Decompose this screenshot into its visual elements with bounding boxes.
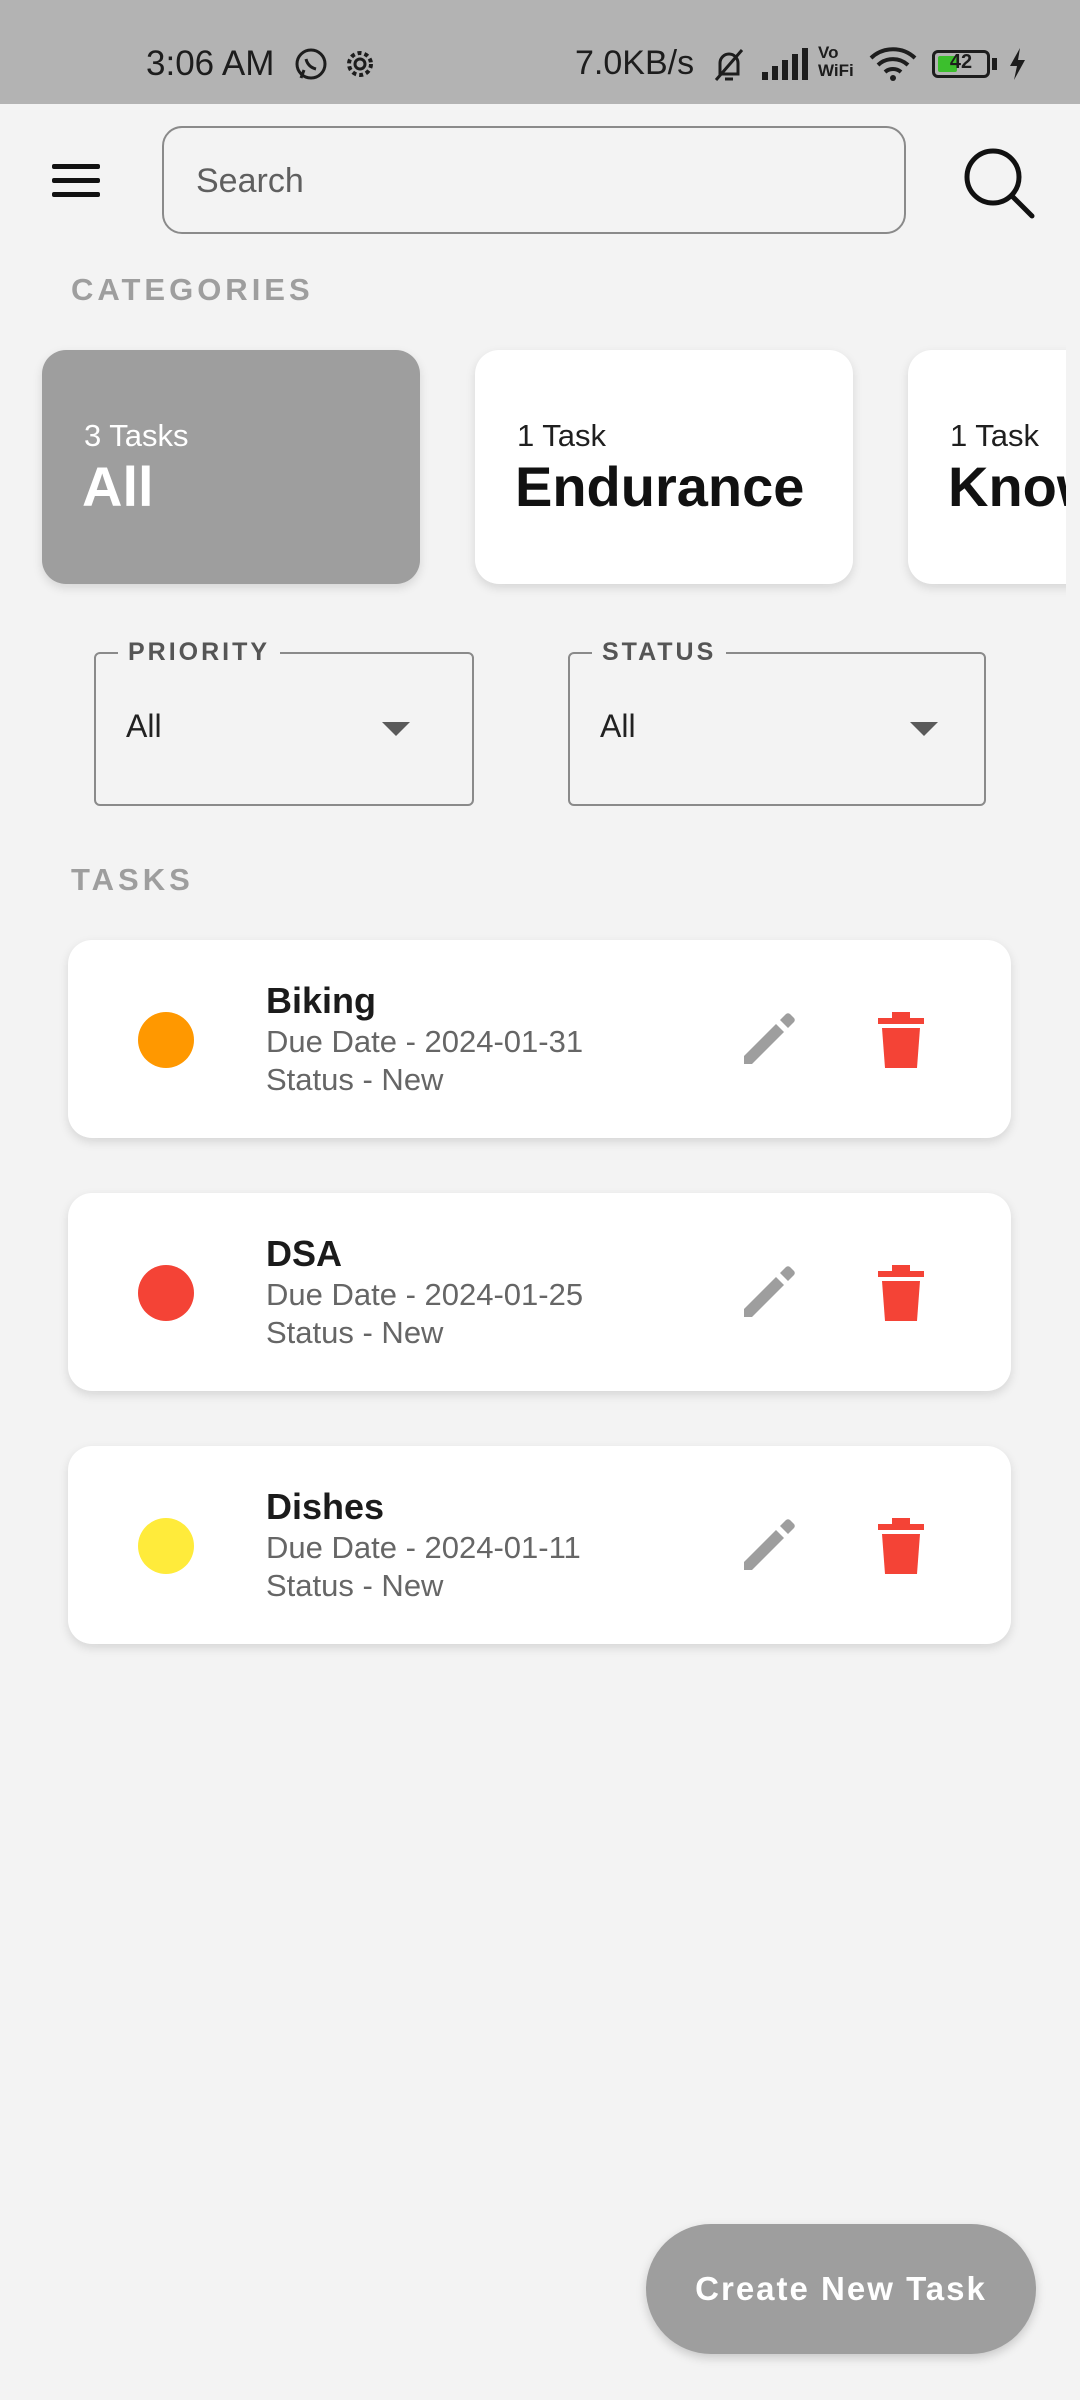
settings-icon bbox=[342, 46, 378, 91]
status-bar: 3:06 AM 7.0KB/s Vo WiFi 42 bbox=[0, 0, 1080, 104]
category-card-all[interactable]: 3 Tasks All bbox=[42, 350, 420, 584]
network-speed: 7.0KB/s bbox=[575, 44, 695, 82]
signal-icon bbox=[760, 46, 810, 91]
category-name: All bbox=[82, 455, 154, 518]
whatsapp-icon bbox=[293, 46, 329, 91]
search-field[interactable] bbox=[162, 126, 906, 234]
vowifi-icon: Vo WiFi bbox=[818, 43, 854, 80]
bell-off-icon bbox=[710, 46, 748, 93]
task-status: Status - New bbox=[266, 1062, 444, 1097]
category-count: 3 Tasks bbox=[84, 418, 189, 453]
chevron-down-icon bbox=[910, 722, 938, 736]
task-card[interactable]: Biking Due Date - 2024-01-31 Status - Ne… bbox=[68, 940, 1011, 1138]
status-dropdown[interactable]: STATUS All bbox=[568, 638, 986, 806]
pencil-icon bbox=[744, 1013, 795, 1064]
categories-scroller[interactable]: 3 Tasks All 1 Task Endurance 1 Task Know… bbox=[0, 330, 1066, 630]
task-card[interactable]: Dishes Due Date - 2024-01-11 Status - Ne… bbox=[68, 1446, 1011, 1644]
task-title: DSA bbox=[266, 1233, 343, 1274]
wifi-icon bbox=[868, 46, 918, 91]
priority-dot bbox=[138, 1012, 194, 1068]
menu-icon-bar bbox=[52, 192, 100, 197]
trash-icon bbox=[878, 1518, 924, 1574]
category-card-endurance[interactable]: 1 Task Endurance bbox=[475, 350, 853, 584]
menu-icon bbox=[52, 164, 100, 169]
delete-button[interactable] bbox=[878, 1265, 924, 1321]
priority-dot bbox=[138, 1518, 194, 1574]
search-input[interactable] bbox=[194, 128, 878, 234]
category-name: Endurance bbox=[515, 455, 805, 518]
search-icon bbox=[964, 148, 1035, 219]
trash-icon bbox=[878, 1012, 924, 1068]
chevron-down-icon bbox=[382, 722, 410, 736]
category-name: Knowledge bbox=[948, 455, 1066, 518]
charging-icon bbox=[1006, 46, 1028, 91]
battery-nub bbox=[992, 58, 997, 70]
battery-icon: 42 bbox=[932, 50, 990, 78]
menu-icon-bar bbox=[52, 178, 100, 183]
task-title: Biking bbox=[266, 980, 377, 1021]
delete-button[interactable] bbox=[878, 1012, 924, 1068]
status-value: All bbox=[600, 708, 636, 744]
task-status: Status - New bbox=[266, 1315, 444, 1350]
category-count: 1 Task bbox=[950, 418, 1040, 453]
task-due-date: Due Date - 2024-01-31 bbox=[266, 1024, 584, 1059]
category-card-knowledge[interactable]: 1 Task Knowledge bbox=[908, 350, 1066, 584]
priority-value: All bbox=[126, 708, 162, 744]
create-new-task-button[interactable]: Create New Task bbox=[646, 2224, 1036, 2354]
menu-button[interactable] bbox=[48, 160, 106, 200]
pencil-icon bbox=[744, 1266, 795, 1317]
status-time: 3:06 AM bbox=[146, 44, 275, 83]
task-due-date: Due Date - 2024-01-25 bbox=[266, 1277, 584, 1312]
edit-button[interactable] bbox=[740, 1012, 796, 1068]
task-status: Status - New bbox=[266, 1568, 444, 1603]
status-label: STATUS bbox=[592, 638, 727, 667]
priority-dropdown[interactable]: PRIORITY All bbox=[94, 638, 474, 806]
trash-icon bbox=[878, 1265, 924, 1321]
edit-button[interactable] bbox=[740, 1265, 796, 1321]
task-card[interactable]: DSA Due Date - 2024-01-25 Status - New bbox=[68, 1193, 1011, 1391]
delete-button[interactable] bbox=[878, 1518, 924, 1574]
category-count: 1 Task bbox=[517, 418, 607, 453]
task-due-date: Due Date - 2024-01-11 bbox=[266, 1530, 581, 1565]
categories-heading: CATEGORIES bbox=[71, 272, 314, 307]
priority-label: PRIORITY bbox=[118, 638, 281, 667]
task-title: Dishes bbox=[266, 1486, 385, 1527]
search-button[interactable] bbox=[960, 144, 1040, 224]
battery-level: 42 bbox=[949, 51, 973, 73]
tasks-heading: TASKS bbox=[71, 862, 194, 897]
priority-dot bbox=[138, 1265, 194, 1321]
edit-button[interactable] bbox=[740, 1518, 796, 1574]
pencil-icon bbox=[744, 1519, 795, 1570]
